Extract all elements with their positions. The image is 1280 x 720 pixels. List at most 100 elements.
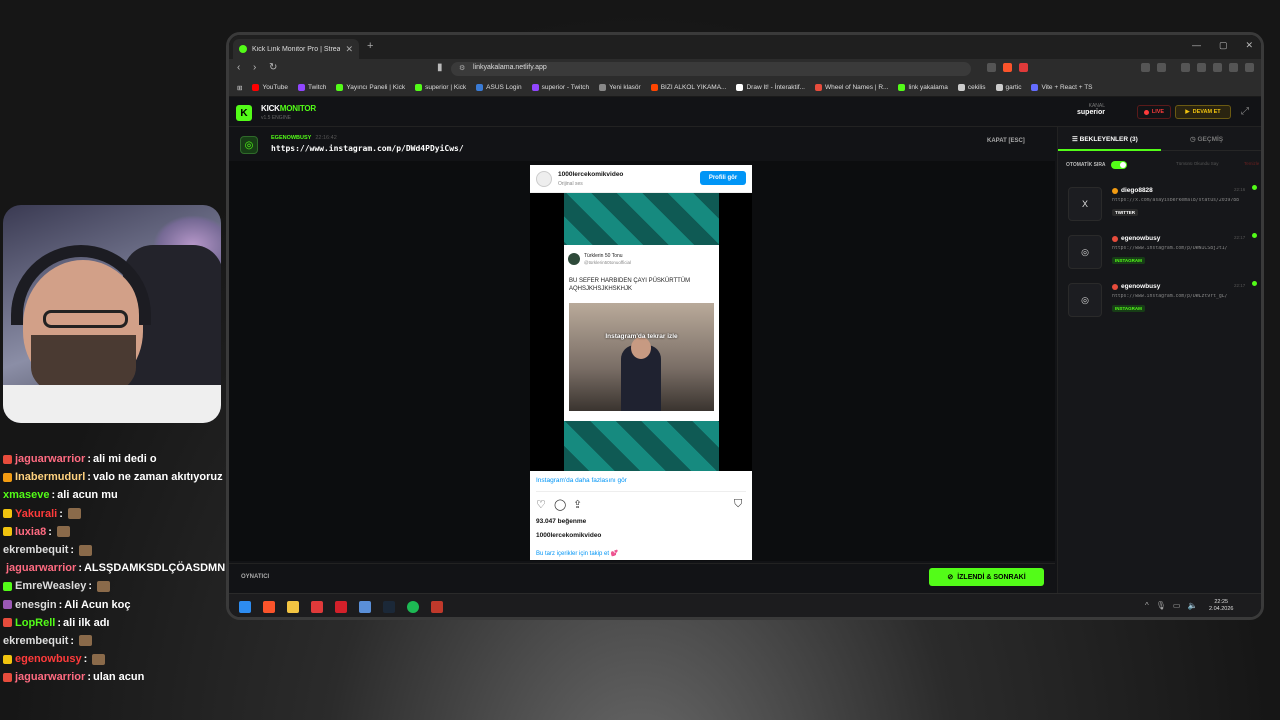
bookmark-item[interactable]: Vite + React + TS [1031, 84, 1093, 91]
follow-caption: Bu tarz içerikler için takip et 💕 [536, 551, 619, 557]
bookmark-item[interactable]: cekilis [957, 84, 986, 91]
bookmark-item[interactable]: Twitch [298, 84, 326, 91]
bookmark-item[interactable]: YouTube [252, 84, 288, 91]
tweet-avatar [568, 253, 580, 265]
chat-text: ALSŞDAMKSDLÇÖASDMNI [83, 562, 225, 575]
bookmark-favicon-icon [298, 84, 305, 91]
chat-username: enesgin [15, 598, 57, 611]
app-icon[interactable] [335, 601, 347, 613]
heart-icon[interactable]: ♡ [536, 498, 546, 511]
site-info-icon[interactable]: ⚙ [459, 64, 465, 72]
bookmark-item[interactable]: link yakalama [898, 84, 948, 91]
chat-username: jaguarwarrior [15, 453, 86, 466]
brave-browser-icon[interactable] [263, 601, 275, 613]
file-explorer-icon[interactable] [287, 601, 299, 613]
check-circle-icon: ⊘ [947, 574, 954, 581]
share-icon[interactable]: ⇪ [573, 498, 582, 511]
man-face [631, 337, 651, 359]
more-on-instagram-link[interactable]: Instagram'da daha fazlasını gör [536, 477, 627, 484]
tab-waiting[interactable]: ☰ BEKLEYENLER (3) [1072, 135, 1138, 143]
continue-button[interactable]: ▶ DEVAM ET [1175, 105, 1231, 119]
minimize-icon[interactable]: — [1192, 40, 1201, 51]
extension-icon[interactable] [1197, 63, 1206, 72]
chat-username: LopRell [15, 616, 56, 629]
close-window-icon[interactable]: ✕ [1245, 40, 1253, 51]
spotify-icon[interactable] [407, 601, 419, 613]
bookmark-item[interactable]: Draw It! - İnteraktif... [736, 84, 805, 91]
bookmark-item[interactable]: Yeni klasör [599, 84, 641, 91]
emote-icon [97, 580, 111, 592]
bookmark-favicon-icon [1031, 84, 1039, 91]
queue-item[interactable]: ◎ egenowbusy https://www.instagram.com/p/D… [1066, 281, 1257, 323]
tab-history-label: GEÇMİŞ [1197, 136, 1224, 143]
maps-icon[interactable] [311, 601, 323, 613]
watched-next-button[interactable]: ⊘ İZLENDİ & SONRAKİ [929, 568, 1044, 586]
volume-icon[interactable]: 🔈 [1187, 601, 1197, 610]
tweet-text: BU SEFER HARBIDEN ÇAYI PÜSKÜRTTÜM AQHSJK… [569, 278, 691, 292]
app-icon[interactable] [359, 601, 371, 613]
extension-icon[interactable] [1213, 63, 1222, 72]
comment-icon[interactable]: ◯ [554, 498, 566, 511]
windows-start-icon[interactable] [239, 601, 251, 613]
close-tab-icon[interactable]: ✕ [345, 44, 353, 55]
caption-user[interactable]: 1000lercekomikvideo [536, 532, 601, 539]
bookmark-item[interactable]: superior | Kick [415, 84, 466, 91]
queue-item[interactable]: Xdiego8828 https://x.com/asayisberkemal8/… [1066, 185, 1257, 227]
clock-date: 2.04.2026 [1209, 606, 1234, 612]
bookmark-item[interactable]: ASUS Login [476, 84, 522, 91]
queue-username: egenowbusy [1121, 235, 1161, 242]
chat-colon: : [83, 653, 88, 666]
bookmark-item[interactable]: superior - Twitch [531, 84, 589, 91]
user-badge-icon [1112, 235, 1118, 242]
share-icon[interactable] [987, 63, 996, 72]
brave-shield-icon[interactable] [1003, 63, 1012, 72]
reload-icon[interactable]: ↻ [269, 62, 277, 73]
menu-icon[interactable] [1245, 63, 1254, 72]
link-url[interactable]: https://www.instagram.com/p/DWd4PDyiCws/ [271, 144, 464, 153]
watch-again-caption[interactable]: Instagram'da tekrar izle [569, 333, 714, 340]
brave-rewards-icon[interactable] [1019, 63, 1028, 72]
bookmark-label: Wheel of Names | R... [824, 84, 889, 91]
account-avatar[interactable] [536, 171, 552, 187]
clear-button[interactable]: Temizle [1244, 161, 1259, 166]
chat-message: jaguarwarrior: ulan acun [3, 668, 225, 686]
address-bar[interactable]: ⚙ linkyakalama.netlify.app [451, 62, 971, 76]
account-name[interactable]: 1000lercekomikvideo [558, 171, 623, 178]
clock[interactable]: 22:25 2.04.2026 [1209, 599, 1233, 613]
bookmark-item[interactable]: BIZI ALKOL YIKAMA... [650, 84, 726, 91]
bookmark-item[interactable]: Wheel of Names | R... [814, 84, 889, 91]
tab-history[interactable]: ◷ GEÇMİŞ [1190, 135, 1223, 143]
save-icon[interactable]: ⛉ [734, 498, 742, 511]
user-badge-icon [1112, 187, 1118, 194]
bookmark-item[interactable]: Yayıncı Paneli | Kick [336, 84, 405, 91]
mark-all-read-button[interactable]: Tümünü Okundu Say [1176, 161, 1219, 166]
app-icon[interactable] [431, 601, 443, 613]
kick-logo: K [236, 105, 252, 121]
auto-queue-toggle[interactable] [1110, 161, 1127, 169]
bookmark-favicon-icon [957, 84, 965, 91]
chat-text: ali mi dedi o [92, 453, 157, 466]
chat-colon: : [51, 489, 56, 502]
browser-tab[interactable]: Kick Link Monitor Pro | Stream D ✕ [233, 39, 359, 59]
bookmark-item[interactable]: gartic [995, 84, 1021, 91]
queue-item[interactable]: ◎ egenowbusy https://www.instagram.com/p/D… [1066, 233, 1257, 275]
forward-icon[interactable]: › [253, 62, 256, 73]
view-profile-button[interactable]: Profili gör [700, 171, 746, 185]
reel-video[interactable]: Türklerin 50 Tonu @türklerin50tonuoffici… [530, 193, 752, 471]
extension-icon[interactable] [1157, 63, 1166, 72]
microphone-icon[interactable]: 🎙 [1156, 601, 1166, 610]
steam-icon[interactable] [383, 601, 395, 613]
close-button[interactable]: KAPAT [ESC] [987, 138, 1025, 144]
sidebar-icon[interactable] [1181, 63, 1190, 72]
extension-icon[interactable] [1141, 63, 1150, 72]
maximize-icon[interactable]: ▢ [1219, 40, 1228, 51]
tray-chevron-icon[interactable]: ^ [1145, 601, 1149, 610]
bookmark-icon[interactable]: ▮ [437, 62, 443, 73]
chat-text: ali ilk adı [63, 616, 110, 629]
new-tab-icon[interactable]: + [367, 40, 373, 52]
vpn-icon[interactable] [1229, 63, 1238, 72]
apps-icon[interactable]: ⊞ [237, 84, 242, 92]
back-icon[interactable]: ‹ [237, 62, 240, 73]
expand-icon[interactable]: ⤢ [1241, 106, 1249, 117]
display-icon[interactable]: ▭ [1173, 601, 1181, 610]
